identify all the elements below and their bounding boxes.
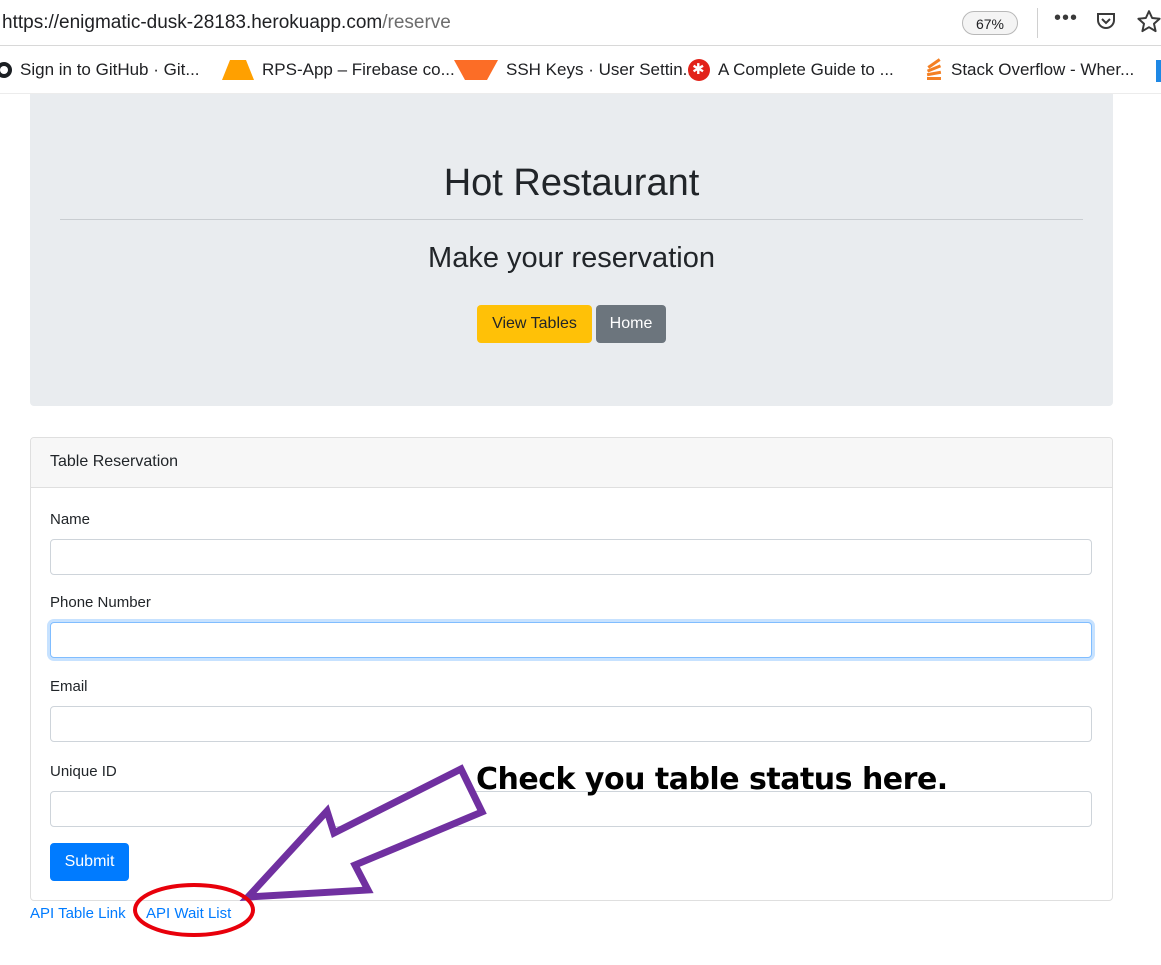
bookmark-label: Sign in to GitHub · Git... — [20, 60, 200, 79]
firebase-icon — [222, 60, 254, 80]
toolbar-divider — [1037, 8, 1038, 38]
bookmark-label: A Complete Guide to ... — [718, 60, 894, 79]
bookmark-label: RPS-App – Firebase co... — [262, 60, 455, 79]
home-button[interactable]: Home — [596, 305, 666, 343]
bookmark-label: SSH Keys · User Settin... — [506, 60, 697, 79]
jumbotron-divider — [60, 219, 1083, 220]
stackoverflow-icon — [925, 58, 943, 81]
url-text[interactable]: https://enigmatic-dusk-28183.herokuapp.c… — [2, 12, 451, 34]
more-icon[interactable]: ••• — [1054, 7, 1078, 30]
email-input[interactable] — [50, 706, 1092, 742]
page-subtitle: Make your reservation — [428, 242, 715, 274]
gitlab-icon — [454, 60, 498, 80]
bookmark-stackoverflow[interactable]: Stack Overflow - Wher... — [925, 58, 1134, 82]
annotation-text: Check you table status here. — [476, 762, 948, 797]
url-host: https://enigmatic-dusk-28183.herokuapp.c… — [2, 12, 383, 33]
api-wait-list-link[interactable]: API Wait List — [146, 905, 231, 922]
page-title: Hot Restaurant — [443, 162, 700, 204]
pocket-icon[interactable] — [1094, 9, 1118, 38]
zoom-level-badge[interactable]: 67% — [962, 11, 1018, 35]
name-input[interactable] — [50, 539, 1092, 575]
unique-id-label: Unique ID — [50, 763, 117, 780]
bookmark-label: Stack Overflow - Wher... — [951, 60, 1135, 79]
name-label: Name — [50, 511, 91, 528]
reservation-card: Table Reservation — [30, 437, 1113, 901]
url-path: /reserve — [382, 12, 451, 33]
view-tables-button[interactable]: View Tables — [477, 305, 592, 343]
browser-url-bar[interactable]: https://enigmatic-dusk-28183.herokuapp.c… — [0, 0, 1161, 46]
bookmark-guide[interactable]: A Complete Guide to ... — [688, 58, 894, 82]
bookmark-star-icon[interactable] — [1136, 9, 1161, 40]
bookmark-firebase[interactable]: RPS-App – Firebase co... — [222, 58, 455, 82]
card-header: Table Reservation — [31, 438, 1112, 488]
api-table-link[interactable]: API Table Link — [30, 905, 126, 922]
phone-label: Phone Number — [50, 594, 151, 611]
bookmark-github[interactable]: Sign in to GitHub · Git... — [0, 58, 200, 82]
submit-button[interactable]: Submit — [50, 843, 129, 881]
phone-input[interactable] — [50, 622, 1092, 658]
card-header-title: Table Reservation — [50, 453, 179, 470]
guide-icon — [688, 59, 710, 81]
bookmarks-bar: Sign in to GitHub · Git... RPS-App – Fir… — [0, 46, 1161, 94]
overflow-bookmark-icon[interactable] — [1156, 60, 1161, 82]
github-icon — [0, 62, 12, 78]
email-label: Email — [50, 678, 88, 695]
bookmark-gitlab[interactable]: SSH Keys · User Settin... — [454, 58, 697, 82]
